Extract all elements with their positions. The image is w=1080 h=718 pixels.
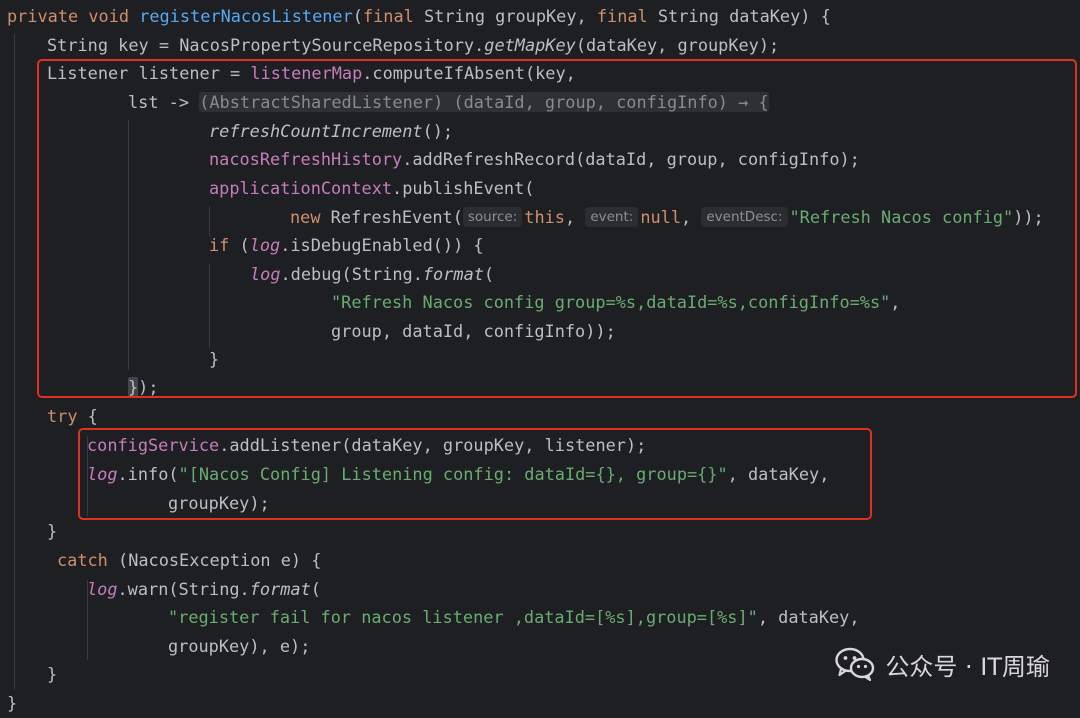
- code-line[interactable]: groupKey), e);: [168, 632, 310, 661]
- code-line[interactable]: catch (NacosException e) {: [57, 546, 321, 575]
- code-text: groupKey), e);: [168, 636, 311, 656]
- string-literal: "register fail for nacos listener ,dataI…: [168, 607, 758, 627]
- code-text: (NacosException e) {: [107, 550, 322, 570]
- code-editor[interactable]: private void registerNacosListener(final…: [0, 0, 1080, 713]
- code-text: .warn(String.: [117, 579, 250, 599]
- static-method: getMapKey: [484, 35, 576, 55]
- code-text: , dataKey,: [757, 607, 860, 627]
- keyword: final: [596, 6, 648, 26]
- code-text: (dataKey, groupKey);: [575, 35, 780, 55]
- code-text: {: [77, 406, 98, 426]
- code-text: (: [352, 6, 363, 26]
- keyword: try: [47, 406, 78, 426]
- code-text: }: [7, 693, 18, 713]
- code-line[interactable]: String key = NacosPropertySourceReposito…: [47, 31, 779, 60]
- code-line[interactable]: "register fail for nacos listener ,dataI…: [168, 603, 860, 632]
- watermark: 公众号 · IT周瑜: [835, 645, 1050, 683]
- highlight-box-lambda: [37, 59, 1077, 398]
- code-text: }: [47, 521, 58, 541]
- code-line[interactable]: log.warn(String.format(: [87, 575, 321, 604]
- watermark-text: 公众号 · IT周瑜: [885, 652, 1050, 681]
- keyword: void: [88, 6, 130, 26]
- code-text: String dataKey) {: [647, 6, 831, 26]
- keyword: catch: [57, 550, 108, 570]
- code-text: String groupKey,: [413, 6, 597, 26]
- keyword: private: [7, 6, 79, 26]
- code-line[interactable]: try {: [47, 402, 98, 431]
- wechat-icon: [835, 647, 875, 681]
- code-text: (: [310, 579, 321, 599]
- code-line[interactable]: }: [7, 689, 17, 718]
- code-text: String key = NacosPropertySourceReposito…: [47, 35, 485, 55]
- static-method: format: [249, 579, 311, 599]
- highlight-box-try: [78, 428, 872, 520]
- code-line[interactable]: private void registerNacosListener(final…: [7, 2, 831, 31]
- indent-guide: [14, 34, 15, 690]
- method-name: registerNacosListener: [139, 6, 353, 26]
- keyword: final: [362, 6, 414, 26]
- code-line[interactable]: }: [47, 660, 57, 689]
- code-text: }: [47, 664, 58, 684]
- code-line[interactable]: }: [47, 517, 57, 546]
- field-name: log: [87, 579, 118, 599]
